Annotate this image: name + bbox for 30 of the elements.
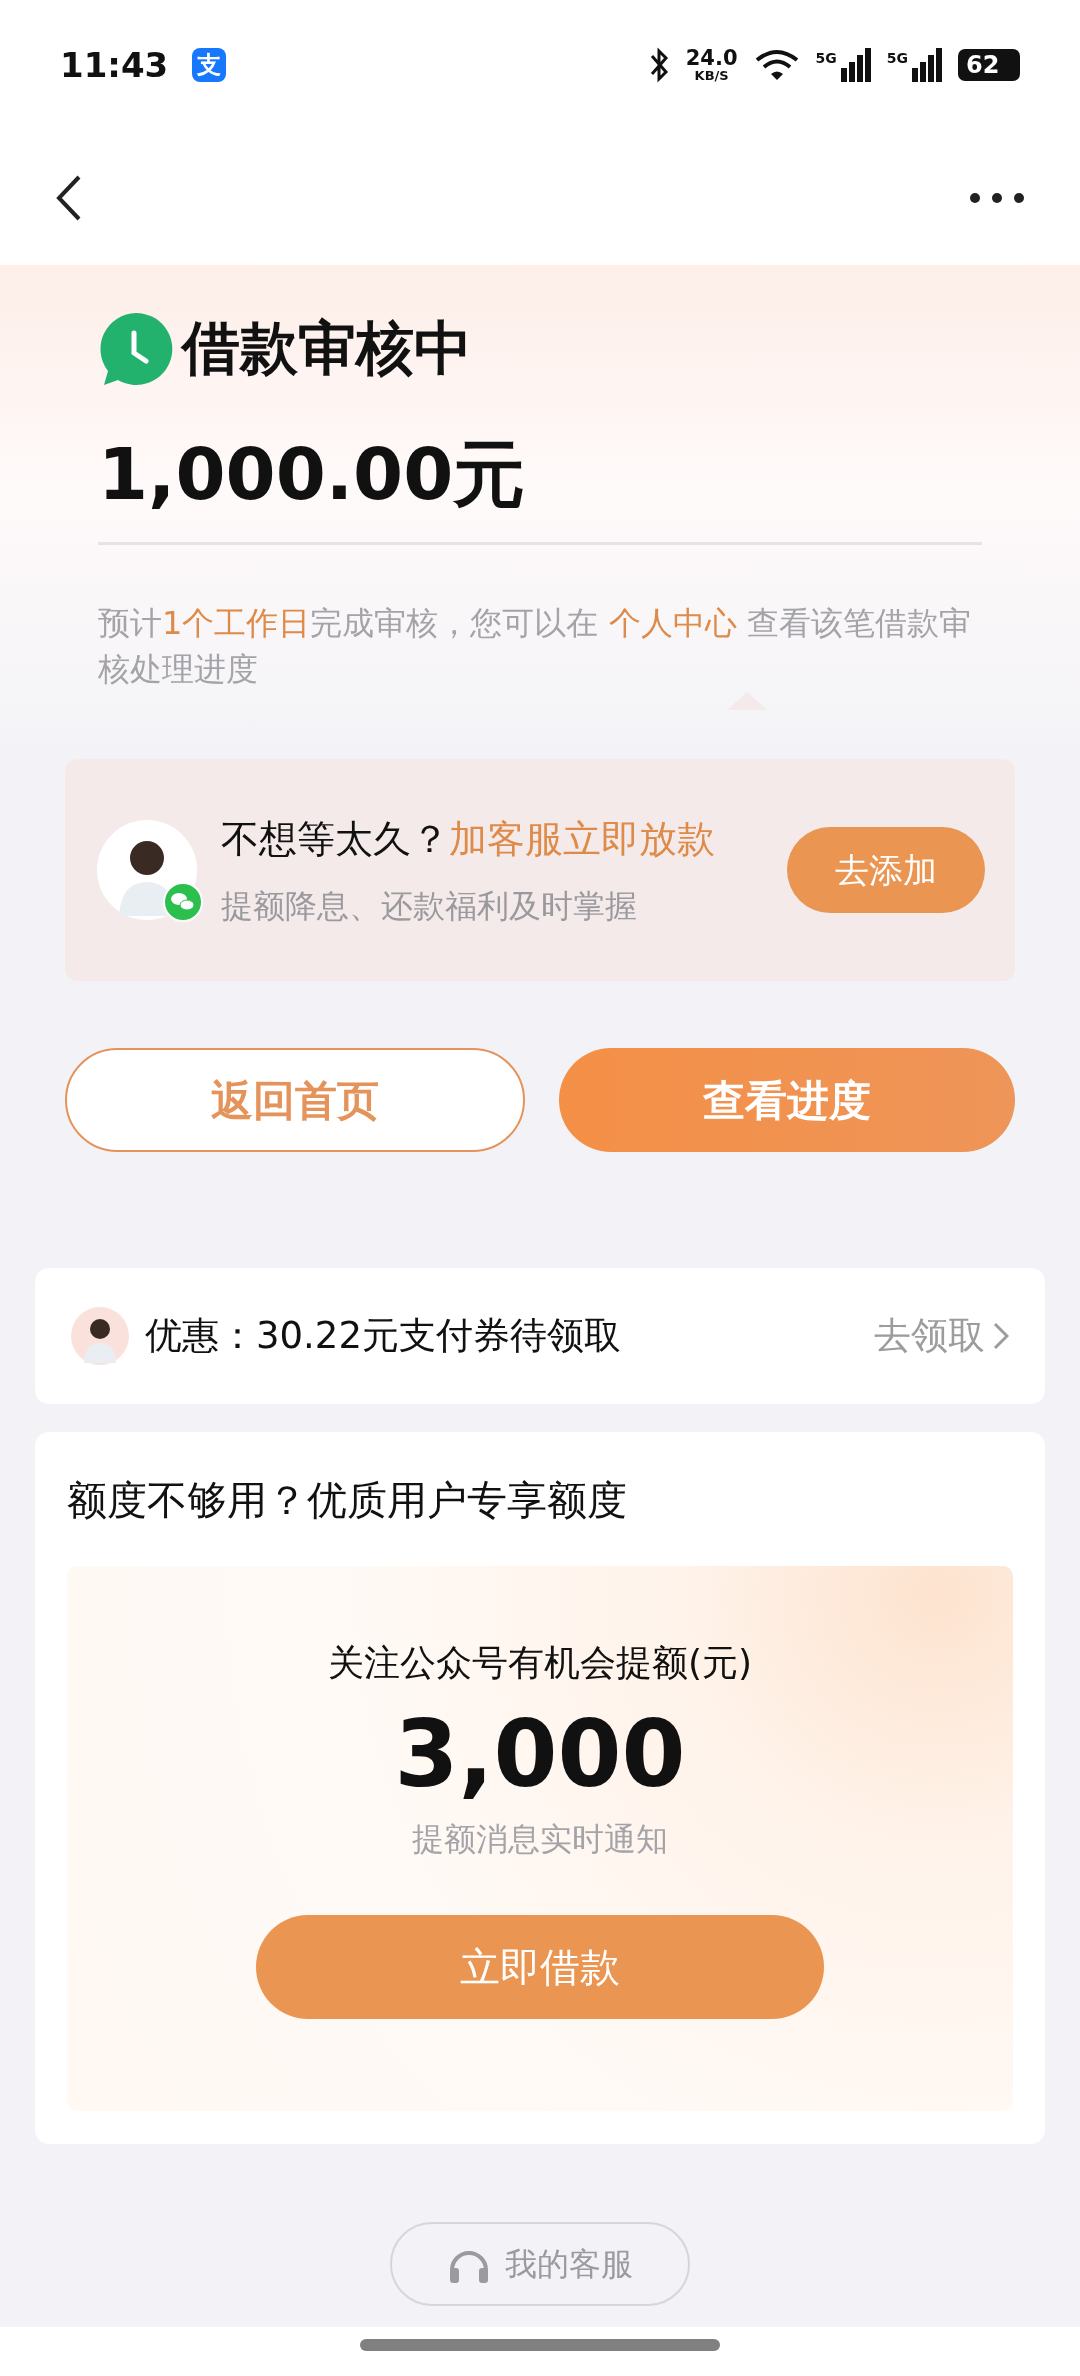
promo-title: 不想等太久？加客服立即放款 <box>221 815 716 863</box>
status-time: 11:43 <box>60 43 169 87</box>
loan-amount: 1,000.00元 <box>98 435 527 515</box>
more-icon[interactable] <box>969 191 1025 204</box>
coupon-text: 优惠：30.22元支付券待领取 <box>145 1313 622 1360</box>
app-notification-icon: 支 <box>192 48 227 82</box>
network-speed: 24.0 KB/S <box>685 48 738 82</box>
battery-level: 62 <box>958 49 1020 81</box>
clock-icon <box>98 310 174 387</box>
signal-icon <box>912 48 942 82</box>
progress-button[interactable]: 查看进度 <box>559 1048 1015 1152</box>
chat-icon <box>163 882 203 922</box>
back-icon[interactable] <box>55 173 83 222</box>
quota-amount: 3,000 <box>394 1704 686 1806</box>
quota-caption: 关注公众号有机会提额(元) <box>327 1641 753 1685</box>
add-button[interactable]: 去添加 <box>787 827 985 913</box>
wifi-icon <box>753 48 800 82</box>
customer-service-button[interactable]: 我的客服 <box>390 2222 690 2306</box>
quota-note: 提额消息实时通知 <box>412 1819 668 1861</box>
network-type: 5G <box>815 49 837 68</box>
review-notice: 预计1个工作日完成审核，您可以在 个人中心 查看该笔借款审核处理进度 <box>98 603 972 691</box>
status-title: 借款审核中 <box>182 313 472 384</box>
chevron-right-icon <box>993 1322 1009 1350</box>
home-button[interactable]: 返回首页 <box>65 1048 525 1152</box>
network-type: 5G <box>886 49 908 68</box>
claim-link[interactable]: 去领取 <box>874 1308 1009 1364</box>
promo-subtitle: 提额降息、还款福利及时掌握 <box>221 885 638 927</box>
quota-heading: 额度不够用？优质用户专享额度 <box>67 1476 628 1525</box>
borrow-button[interactable]: 立即借款 <box>256 1915 824 2020</box>
signal-icon <box>840 48 871 82</box>
